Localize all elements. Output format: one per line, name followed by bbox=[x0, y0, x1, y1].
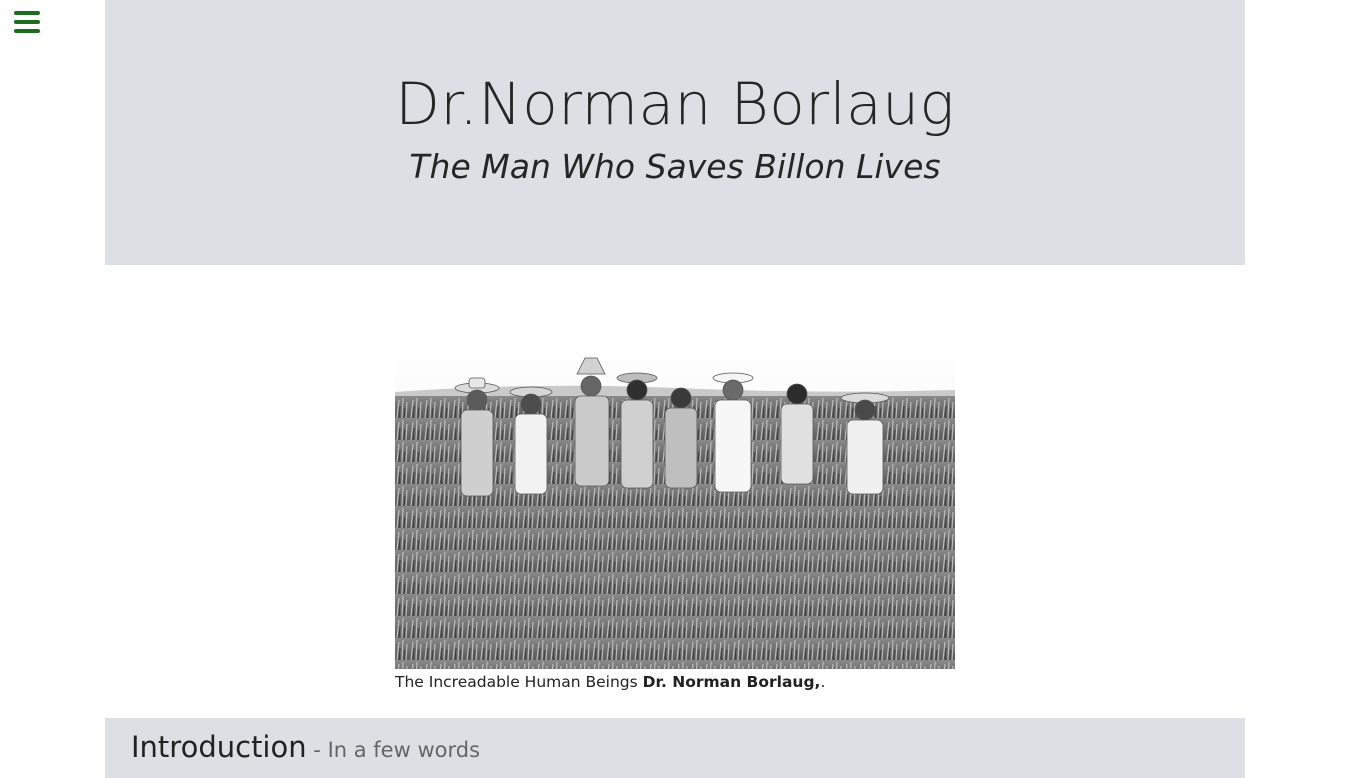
menu-bar bbox=[14, 11, 40, 15]
introduction-section-header: Introduction - In a few words bbox=[105, 718, 1245, 778]
borlaug-photo bbox=[395, 330, 955, 669]
caption-name: Dr. Norman Borlaug, bbox=[642, 673, 821, 691]
caption-suffix: . bbox=[820, 673, 826, 691]
title-banner: Dr.Norman Borlaug The Man Who Saves Bill… bbox=[105, 0, 1245, 265]
introduction-heading: Introduction - In a few words bbox=[131, 730, 480, 764]
page-title: Dr.Norman Borlaug bbox=[395, 70, 955, 138]
introduction-separator: - bbox=[306, 738, 328, 762]
hamburger-menu-icon[interactable] bbox=[14, 11, 41, 35]
photo-caption: The Increadable Human Beings Dr. Norman … bbox=[395, 673, 955, 691]
caption-prefix: The Increadable Human Beings bbox=[395, 673, 643, 691]
menu-bar bbox=[14, 20, 40, 24]
tribute-figure: The Increadable Human Beings Dr. Norman … bbox=[395, 330, 955, 691]
menu-bar bbox=[14, 29, 40, 33]
introduction-title: Introduction bbox=[131, 730, 307, 764]
introduction-subtitle: In a few words bbox=[327, 738, 481, 762]
page-subtitle: The Man Who Saves Billon Lives bbox=[409, 147, 941, 186]
